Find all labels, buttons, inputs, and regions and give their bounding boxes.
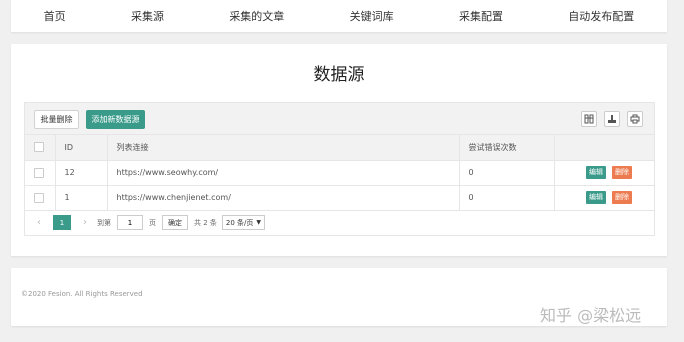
total-count: 共 2 条 [194, 218, 217, 227]
row-select-cell [25, 160, 56, 186]
row-select-cell [25, 185, 56, 211]
header-url[interactable]: 列表连接 [107, 135, 460, 161]
cell-errors: 0 [459, 160, 555, 186]
goto-page-input[interactable] [117, 215, 143, 230]
nav-item-sources[interactable]: 采集源 [125, 8, 170, 24]
header-errors[interactable]: 尝试错误次数 [459, 135, 555, 161]
sources-table: ID 列表连接 尝试错误次数 12 https://www.seowhy.com… [25, 135, 654, 211]
delete-button[interactable]: 删除 [612, 166, 632, 179]
columns-icon[interactable] [581, 111, 597, 127]
data-table: 批量删除 添加新数据源 ID 列表连接 尝试错误次数 12 https://ww… [24, 102, 655, 236]
edit-button[interactable]: 编辑 [586, 166, 606, 179]
cell-url: https://www.seowhy.com/ [107, 160, 460, 186]
nav-item-autopublish[interactable]: 自动发布配置 [562, 8, 640, 24]
cell-errors: 0 [459, 185, 555, 211]
current-page[interactable]: 1 [53, 215, 71, 230]
cell-id: 1 [55, 185, 108, 211]
nav-item-config[interactable]: 采集配置 [453, 8, 509, 24]
edit-button[interactable]: 编辑 [586, 191, 606, 204]
copyright-text: ©2020 Fesion. All Rights Reserved [21, 290, 143, 298]
delete-button[interactable]: 删除 [612, 191, 632, 204]
cell-actions: 编辑 删除 [554, 185, 654, 211]
table-header-row: ID 列表连接 尝试错误次数 [25, 135, 654, 161]
goto-label: 到第 [97, 218, 111, 227]
prev-page-icon[interactable]: ‹ [33, 217, 45, 228]
header-id[interactable]: ID [55, 135, 108, 161]
chevron-down-icon: ▼ [256, 219, 262, 226]
print-icon[interactable] [627, 111, 643, 127]
watermark: 知乎 @梁松远 [540, 306, 642, 325]
nav-item-keywords[interactable]: 关键词库 [344, 8, 400, 24]
nav-item-articles[interactable]: 采集的文章 [223, 8, 290, 24]
page-size-select[interactable]: 20 条/页 ▼ [221, 215, 266, 230]
select-all-checkbox[interactable] [34, 142, 44, 153]
pagination: ‹ 1 › 到第 页 确定 共 2 条 20 条/页▼ [25, 211, 654, 235]
page-title: 数据源 [313, 65, 365, 85]
table-row: 1 https://www.chenjienet.com/ 0 编辑 删除 [25, 185, 654, 211]
export-icon[interactable] [604, 111, 620, 127]
row-checkbox[interactable] [34, 192, 44, 203]
add-source-button[interactable]: 添加新数据源 [86, 110, 145, 129]
select-all-cell [25, 135, 56, 161]
nav-item-home[interactable]: 首页 [38, 8, 72, 24]
table-toolbar: 批量删除 添加新数据源 [25, 103, 654, 135]
cell-actions: 编辑 删除 [554, 160, 654, 186]
goto-confirm-button[interactable]: 确定 [162, 215, 188, 230]
next-page-icon[interactable]: › [79, 217, 91, 228]
main-panel: 数据源 批量删除 添加新数据源 ID 列表连接 尝试错误次数 12 https:… [11, 44, 667, 256]
page-label: 页 [149, 218, 156, 227]
cell-url: https://www.chenjienet.com/ [107, 185, 460, 211]
page-size-value: 20 条/页 [225, 218, 254, 227]
cell-id: 12 [55, 160, 108, 186]
top-nav: 首页 采集源 采集的文章 关键词库 采集配置 自动发布配置 [11, 0, 667, 32]
batch-delete-button[interactable]: 批量删除 [34, 110, 79, 129]
table-row: 12 https://www.seowhy.com/ 0 编辑 删除 [25, 160, 654, 186]
header-actions [554, 135, 654, 161]
row-checkbox[interactable] [34, 167, 44, 178]
